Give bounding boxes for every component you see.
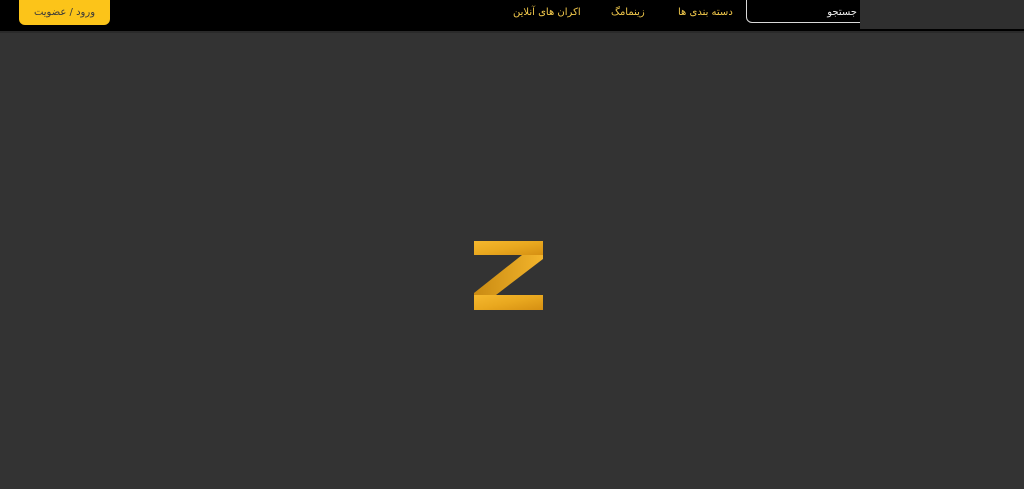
search-box[interactable] [746,0,866,23]
top-navigation-bar: ورود / عضویت اکران های آنلاین زینمامگ دس… [0,0,1024,33]
overlay-panel [860,0,1024,29]
nav-item-zinmamag[interactable]: زینمامگ [611,6,645,20]
login-register-button[interactable]: ورود / عضویت [19,0,110,25]
nav-item-categories[interactable]: دسته بندی ها [678,6,733,20]
z-logo-icon [474,241,543,310]
search-input[interactable] [747,1,865,22]
nav-item-online-screenings[interactable]: اکران های آنلاین [513,6,581,20]
